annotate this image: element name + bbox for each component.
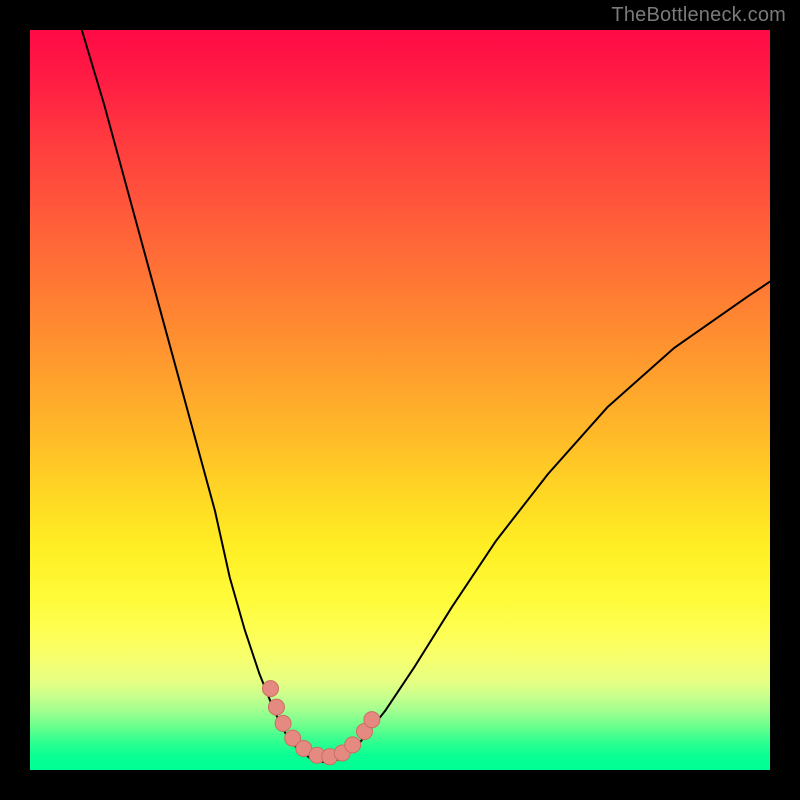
valley-marker [345, 737, 361, 753]
valley-marker [275, 715, 291, 731]
valley-marker [263, 681, 279, 697]
valley-markers [263, 681, 380, 765]
valley-marker [364, 712, 380, 728]
watermark-text: TheBottleneck.com [611, 4, 786, 27]
outer-frame: TheBottleneck.com [0, 0, 800, 800]
valley-marker [268, 699, 284, 715]
curve-path [82, 30, 770, 763]
bottleneck-curve [82, 30, 770, 763]
plot-area [30, 30, 770, 770]
chart-svg [30, 30, 770, 770]
